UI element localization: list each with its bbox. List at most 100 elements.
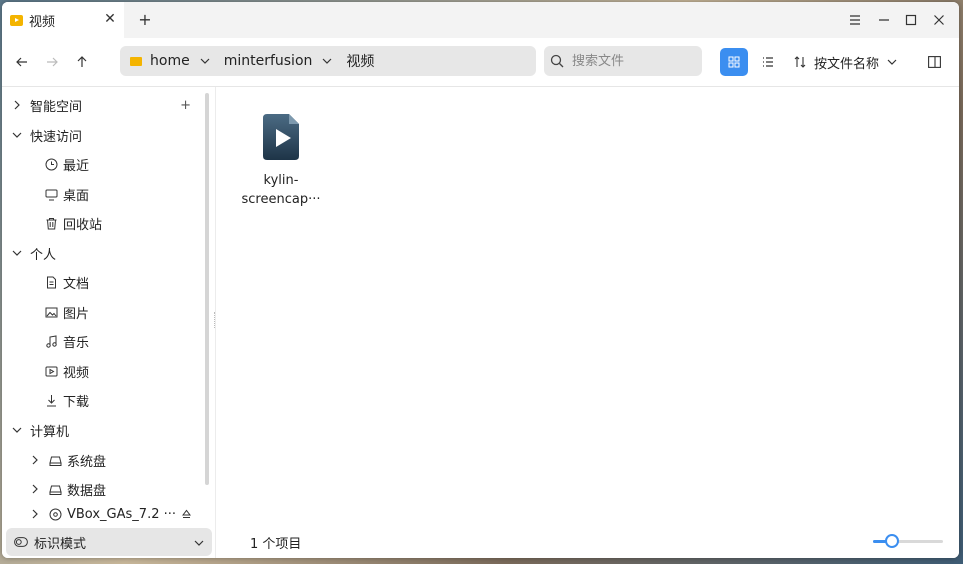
clock-icon [44,157,58,171]
drive-icon [48,453,62,467]
list-icon [763,57,773,67]
sidebar-item-data-disk[interactable]: 数据盘 [2,475,233,503]
sidebar-item-system-disk[interactable]: 系统盘 [2,446,233,474]
sidebar-item-recent[interactable]: 最近 [2,150,249,178]
arrow-left-icon [16,57,27,67]
file-manager-window: 视频 ✕ + home minterfusion 视频 搜索文件 按文件名称 智… [2,2,959,558]
chevron-down-icon[interactable] [10,246,24,260]
sidebar-item-pictures[interactable]: 图片 [2,298,249,326]
forward-button[interactable] [42,52,62,72]
image-icon [44,305,58,319]
sidebar-item-label: VBox_GAs_7.2 ··· [67,506,177,522]
drive-icon [48,482,62,496]
grid-icon [728,56,740,68]
sort-label: 按文件名称 [814,56,880,72]
chevron-down-icon [887,59,897,65]
download-icon [44,393,58,407]
sort-button[interactable]: 按文件名称 [794,48,897,76]
tab-videos[interactable]: 视频 ✕ [2,2,124,38]
breadcrumb-user[interactable]: minterfusion [224,53,333,69]
video-folder-icon [10,14,23,26]
chevron-down-icon [194,535,204,550]
sidebar-section-personal[interactable]: 个人 [2,239,215,267]
list-view-button[interactable] [754,48,782,76]
eject-icon[interactable] [182,509,192,519]
menu-icon[interactable] [845,10,865,30]
sidebar-item-desktop[interactable]: 桌面 [2,180,249,208]
sidebar-item-downloads[interactable]: 下载 [2,386,249,414]
home-folder-icon [130,56,142,66]
label-mode-text: 标识模式 [34,536,87,552]
music-icon [44,334,58,348]
search-input[interactable] [570,52,694,70]
toggle-icon [14,537,28,547]
chevron-right-icon[interactable] [28,453,42,467]
disc-icon [48,507,62,521]
sidebar-item-label: 桌面 [63,188,90,204]
chevron-right-icon[interactable] [10,98,24,112]
back-button[interactable] [12,52,32,72]
chevron-down-icon[interactable] [10,423,24,437]
sidebar-item-label: 音乐 [63,335,90,351]
up-button[interactable] [72,52,92,72]
add-icon[interactable]: + [180,98,191,113]
sidebar-item-label: 系统盘 [67,454,107,470]
arrow-up-icon [77,56,87,67]
sidebar-section-label: 快速访问 [30,129,83,145]
chevron-down-icon[interactable] [10,128,24,142]
arrow-right-icon [47,57,58,67]
sort-icon [794,56,806,68]
sidebar-item-music[interactable]: 音乐 [2,327,249,355]
sidebar-item-label: 图片 [63,306,90,322]
sidebar-item-trash[interactable]: 回收站 [2,209,249,237]
tab-close-icon[interactable]: ✕ [102,11,118,27]
sidebar-item-videos[interactable]: 视频 [2,357,249,385]
chevron-right-icon[interactable] [28,482,42,496]
tab-bar: 视频 ✕ + [2,2,959,38]
label-mode-selector[interactable]: 标识模式 [6,528,212,556]
sidebar-section-label: 智能空间 [30,99,83,115]
breadcrumb-user-label: minterfusion [223,53,313,69]
sidebar-item-label: 视频 [63,365,90,381]
file-view: kylin- screencap··· 1 个项目 [216,87,959,558]
zoom-slider-handle[interactable] [885,534,899,548]
details-panel-button[interactable] [924,52,944,72]
trash-icon [44,216,58,230]
file-name: kylin- screencap··· [236,171,326,209]
video-file-icon [261,113,301,161]
chevron-right-icon[interactable] [28,507,42,521]
sidebar-section-computer[interactable]: 计算机 [2,416,215,444]
toolbar: home minterfusion 视频 搜索文件 按文件名称 [2,38,959,86]
file-item[interactable]: kylin- screencap··· [236,107,326,209]
sidebar-item-vbox-disc[interactable]: VBox_GAs_7.2 ··· [2,505,233,523]
close-icon[interactable] [929,10,949,30]
chevron-down-icon[interactable] [322,58,332,64]
minimize-icon[interactable] [874,10,894,30]
grid-view-button[interactable] [720,48,748,76]
sidebar-item-documents[interactable]: 文档 [2,268,249,296]
sidebar-section-label: 个人 [30,247,57,263]
side-panel-icon [927,56,941,68]
document-icon [44,275,58,289]
sidebar-item-label: 下载 [63,394,90,410]
sidebar-item-label: 最近 [63,158,90,174]
maximize-icon[interactable] [901,10,921,30]
sidebar-section-quick-access[interactable]: 快速访问 [2,121,215,149]
sidebar-item-label: 文档 [63,276,90,292]
tab-title: 视频 [29,14,56,30]
breadcrumb: home minterfusion 视频 [120,46,536,76]
new-tab-button[interactable]: + [135,10,155,30]
chevron-down-icon[interactable] [200,58,210,64]
monitor-icon [44,187,58,201]
breadcrumb-home-label: home [150,53,190,69]
breadcrumb-home[interactable]: home [150,53,210,69]
video-icon [44,364,58,378]
sidebar-item-label: 数据盘 [67,483,107,499]
search-box[interactable] [544,46,702,76]
item-count: 1 个项目 [250,537,302,552]
file-name-line: kylin- [263,173,299,188]
sidebar-section-smart-space[interactable]: 智能空间 + [2,91,215,119]
breadcrumb-current[interactable]: 视频 [346,51,374,71]
sidebar-section-label: 计算机 [30,424,70,440]
search-icon [550,54,564,68]
